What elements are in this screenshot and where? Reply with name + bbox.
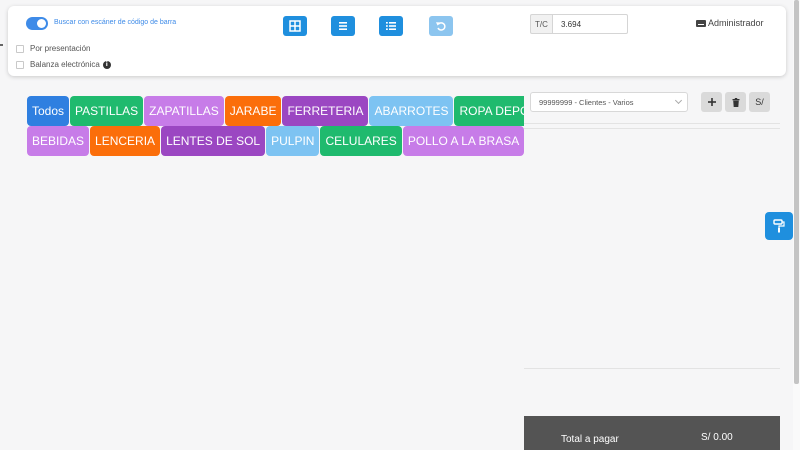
grid-view-button[interactable] <box>283 16 307 36</box>
list-icon <box>339 22 347 30</box>
category-row: Todos PASTILLAS ZAPATILLAS JARABE FERRETERIA… <box>27 96 577 126</box>
paint-roller-button[interactable] <box>765 212 793 240</box>
category-button-jarabe[interactable]: JARABE <box>224 96 282 126</box>
chevron-down-icon <box>674 96 683 105</box>
category-button-zapatillas[interactable]: ZAPATILLAS <box>144 96 224 126</box>
user-menu[interactable]: Administrador <box>696 18 764 28</box>
total-amount: S/ 0.00 <box>701 432 733 443</box>
barcode-scanner-label: Buscar con escáner de código de barra <box>54 19 177 26</box>
detailed-list-button[interactable] <box>379 16 403 36</box>
category-button-abarrotes[interactable]: ABARROTES <box>369 96 454 126</box>
category-row: BEBIDAS LENCERIA LENTES DE SOL PULPIN CELULA… <box>27 126 602 156</box>
info-icon[interactable]: i <box>102 60 111 69</box>
total-label: Total a pagar <box>561 434 619 445</box>
divider <box>524 123 780 124</box>
category-button-bebidas[interactable]: BEBIDAS <box>27 126 90 156</box>
balanza-option[interactable]: Balanza electrónica i <box>16 60 111 69</box>
top-toolbar: Buscar con escáner de código de barra Po… <box>8 6 786 76</box>
category-button-pastillas[interactable]: PASTILLAS <box>70 96 144 126</box>
category-button-pollo-a-la-brasa[interactable]: POLLO A LA BRASA <box>402 126 525 156</box>
category-button-lentes-de-sol[interactable]: LENTES DE SOL <box>161 126 266 156</box>
por-presentacion-label: Por presentación <box>30 44 91 53</box>
grid-icon <box>289 20 301 32</box>
client-select-value: 99999999 - Clientes - Varios <box>539 97 634 107</box>
bullet-list-icon <box>386 22 396 30</box>
user-name: Administrador <box>708 18 764 28</box>
delete-button[interactable] <box>725 92 746 112</box>
paint-roller-icon <box>773 219 785 233</box>
undo-button[interactable] <box>429 16 453 36</box>
exchange-rate-label: T/C <box>530 14 552 34</box>
por-presentacion-option[interactable]: Por presentación <box>16 44 90 53</box>
undo-icon <box>436 22 446 31</box>
left-edge-mark <box>0 44 3 46</box>
divider <box>524 128 780 129</box>
sale-panel: 99999999 - Clientes - Varios S/ Total a … <box>524 82 780 450</box>
category-button-todos[interactable]: Todos <box>27 96 70 126</box>
por-presentacion-checkbox[interactable] <box>16 44 24 53</box>
balanza-label: Balanza electrónica <box>30 60 100 69</box>
divider <box>524 368 780 369</box>
client-select[interactable]: 99999999 - Clientes - Varios <box>530 92 688 112</box>
trash-icon <box>732 97 739 107</box>
currency-button[interactable]: S/ <box>749 92 770 112</box>
category-button-ferreteria[interactable]: FERRETERIA <box>282 96 369 126</box>
barcode-scanner-toggle[interactable] <box>26 17 48 30</box>
exchange-rate-input[interactable] <box>552 14 628 34</box>
category-button-celulares[interactable]: CELULARES <box>320 126 402 156</box>
category-button-pulpin[interactable]: PULPIN <box>266 126 320 156</box>
balanza-checkbox[interactable] <box>16 60 24 69</box>
category-filter-grid: Todos PASTILLAS ZAPATILLAS JARABE FERRETERIA… <box>27 96 602 156</box>
category-button-lenceria[interactable]: LENCERIA <box>90 126 161 156</box>
total-bar: Total a pagar S/ 0.00 <box>524 416 780 450</box>
toggle-knob <box>37 19 46 28</box>
list-view-button[interactable] <box>331 16 355 36</box>
keyboard-icon <box>696 19 706 27</box>
add-client-button[interactable] <box>701 92 722 112</box>
scrollbar-thumb[interactable] <box>794 0 799 384</box>
plus-icon <box>707 98 716 106</box>
exchange-rate-group: T/C <box>530 14 628 34</box>
